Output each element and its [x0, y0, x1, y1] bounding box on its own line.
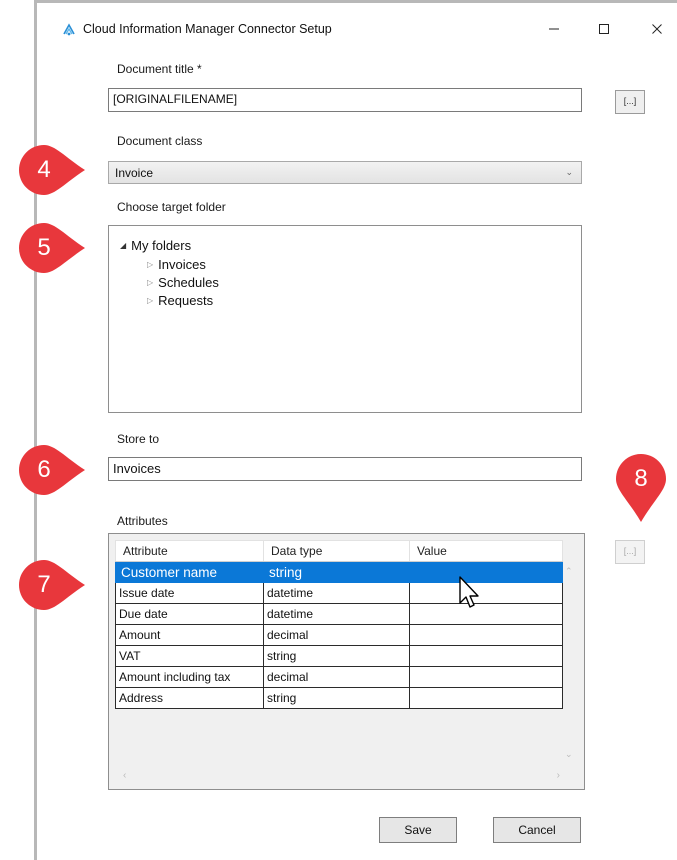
collapsed-arrow-icon[interactable]: ▷: [147, 260, 153, 269]
tree-node-label: Schedules: [158, 275, 219, 290]
value-cell[interactable]: [409, 561, 563, 583]
chevron-down-icon: ⌄: [565, 167, 573, 177]
target-folder-label: Choose target folder: [117, 200, 226, 214]
document-class-select[interactable]: Invoice ⌄: [108, 161, 582, 184]
expanded-arrow-icon[interactable]: ◢: [120, 241, 126, 250]
attribute-cell: Due date: [115, 603, 264, 625]
attributes-grid[interactable]: Attribute Data type Value Customer name …: [108, 533, 585, 790]
attributes-label: Attributes: [117, 514, 168, 528]
tree-node-label: Requests: [158, 293, 214, 308]
table-row[interactable]: Due date datetime: [115, 603, 563, 625]
callout-number: 6: [37, 456, 51, 483]
vertical-scrollbar[interactable]: ⌃ ⌄: [562, 556, 578, 764]
callout-marker-8: 8: [612, 450, 670, 524]
save-button[interactable]: Save: [379, 817, 457, 843]
setup-dialog: Cloud Information Manager Connector Setu…: [37, 3, 677, 860]
cancel-button[interactable]: Cancel: [493, 817, 581, 843]
scroll-up-icon[interactable]: ⌃: [565, 566, 573, 577]
table-header-row: Attribute Data type Value: [115, 540, 563, 562]
table-row[interactable]: Customer name string: [115, 561, 563, 583]
callout-marker-7: 7: [15, 556, 87, 614]
tree-node-label: My folders: [131, 238, 192, 253]
maximize-icon[interactable]: [589, 16, 619, 42]
type-cell: string: [263, 687, 410, 709]
type-cell: decimal: [263, 624, 410, 646]
document-title-browse-button[interactable]: [...]: [615, 90, 645, 114]
document-class-label: Document class: [117, 134, 203, 148]
table-row[interactable]: Issue date datetime: [115, 582, 563, 604]
attribute-cell: VAT: [115, 645, 264, 667]
value-cell[interactable]: [409, 645, 563, 667]
scroll-left-icon[interactable]: ‹: [123, 770, 126, 781]
folder-tree[interactable]: ◢ My folders ▷ Invoices ▷ Schedules ▷ Re…: [108, 225, 582, 413]
type-cell: datetime: [263, 603, 410, 625]
document-title-input[interactable]: [ORIGINALFILENAME]: [108, 88, 582, 112]
type-cell: string: [263, 645, 410, 667]
callout-number: 8: [634, 465, 648, 492]
tree-node-label: Invoices: [158, 257, 206, 272]
minimize-icon[interactable]: [539, 16, 569, 42]
scroll-down-icon[interactable]: ⌄: [565, 749, 573, 760]
attribute-cell: Address: [115, 687, 264, 709]
callout-marker-4: 4: [15, 141, 87, 199]
tree-node-my-folders[interactable]: ◢ My folders: [120, 238, 191, 253]
column-header-attribute[interactable]: Attribute: [115, 540, 264, 562]
column-header-data-type[interactable]: Data type: [263, 540, 410, 562]
callout-number: 7: [37, 571, 51, 598]
value-cell[interactable]: [409, 624, 563, 646]
tree-node-invoices[interactable]: ▷ Invoices: [147, 257, 206, 272]
store-to-input[interactable]: Invoices: [108, 457, 582, 481]
table-row[interactable]: Amount including tax decimal: [115, 666, 563, 688]
attributes-table: Attribute Data type Value Customer name …: [115, 540, 563, 709]
callout-number: 4: [37, 156, 51, 183]
tree-node-schedules[interactable]: ▷ Schedules: [147, 275, 219, 290]
attribute-cell: Amount including tax: [115, 666, 264, 688]
value-cell[interactable]: [409, 582, 563, 604]
window-title: Cloud Information Manager Connector Setu…: [83, 22, 332, 36]
table-row[interactable]: VAT string: [115, 645, 563, 667]
document-class-value: Invoice: [115, 166, 154, 180]
attributes-browse-button[interactable]: [...]: [615, 540, 645, 564]
attribute-cell: Customer name: [115, 561, 264, 583]
column-header-value[interactable]: Value: [409, 540, 563, 562]
collapsed-arrow-icon[interactable]: ▷: [147, 278, 153, 287]
value-cell[interactable]: [409, 687, 563, 709]
type-cell: datetime: [263, 582, 410, 604]
attribute-cell: Issue date: [115, 582, 264, 604]
value-cell[interactable]: [409, 603, 563, 625]
tree-node-requests[interactable]: ▷ Requests: [147, 293, 213, 308]
scroll-right-icon[interactable]: ›: [557, 770, 560, 781]
callout-marker-5: 5: [15, 219, 87, 277]
collapsed-arrow-icon[interactable]: ▷: [147, 296, 153, 305]
value-cell[interactable]: [409, 666, 563, 688]
title-bar[interactable]: Cloud Information Manager Connector Setu…: [37, 3, 677, 51]
attribute-cell: Amount: [115, 624, 264, 646]
table-row[interactable]: Amount decimal: [115, 624, 563, 646]
store-to-label: Store to: [117, 432, 160, 446]
type-cell: string: [263, 561, 410, 583]
close-icon[interactable]: [642, 16, 672, 42]
table-row[interactable]: Address string: [115, 687, 563, 709]
type-cell: decimal: [263, 666, 410, 688]
callout-number: 5: [37, 234, 51, 261]
mouse-cursor-icon: [459, 576, 479, 608]
document-title-label: Document title *: [117, 62, 202, 76]
app-cloud-icon: [61, 22, 77, 38]
callout-marker-6: 6: [15, 441, 87, 499]
